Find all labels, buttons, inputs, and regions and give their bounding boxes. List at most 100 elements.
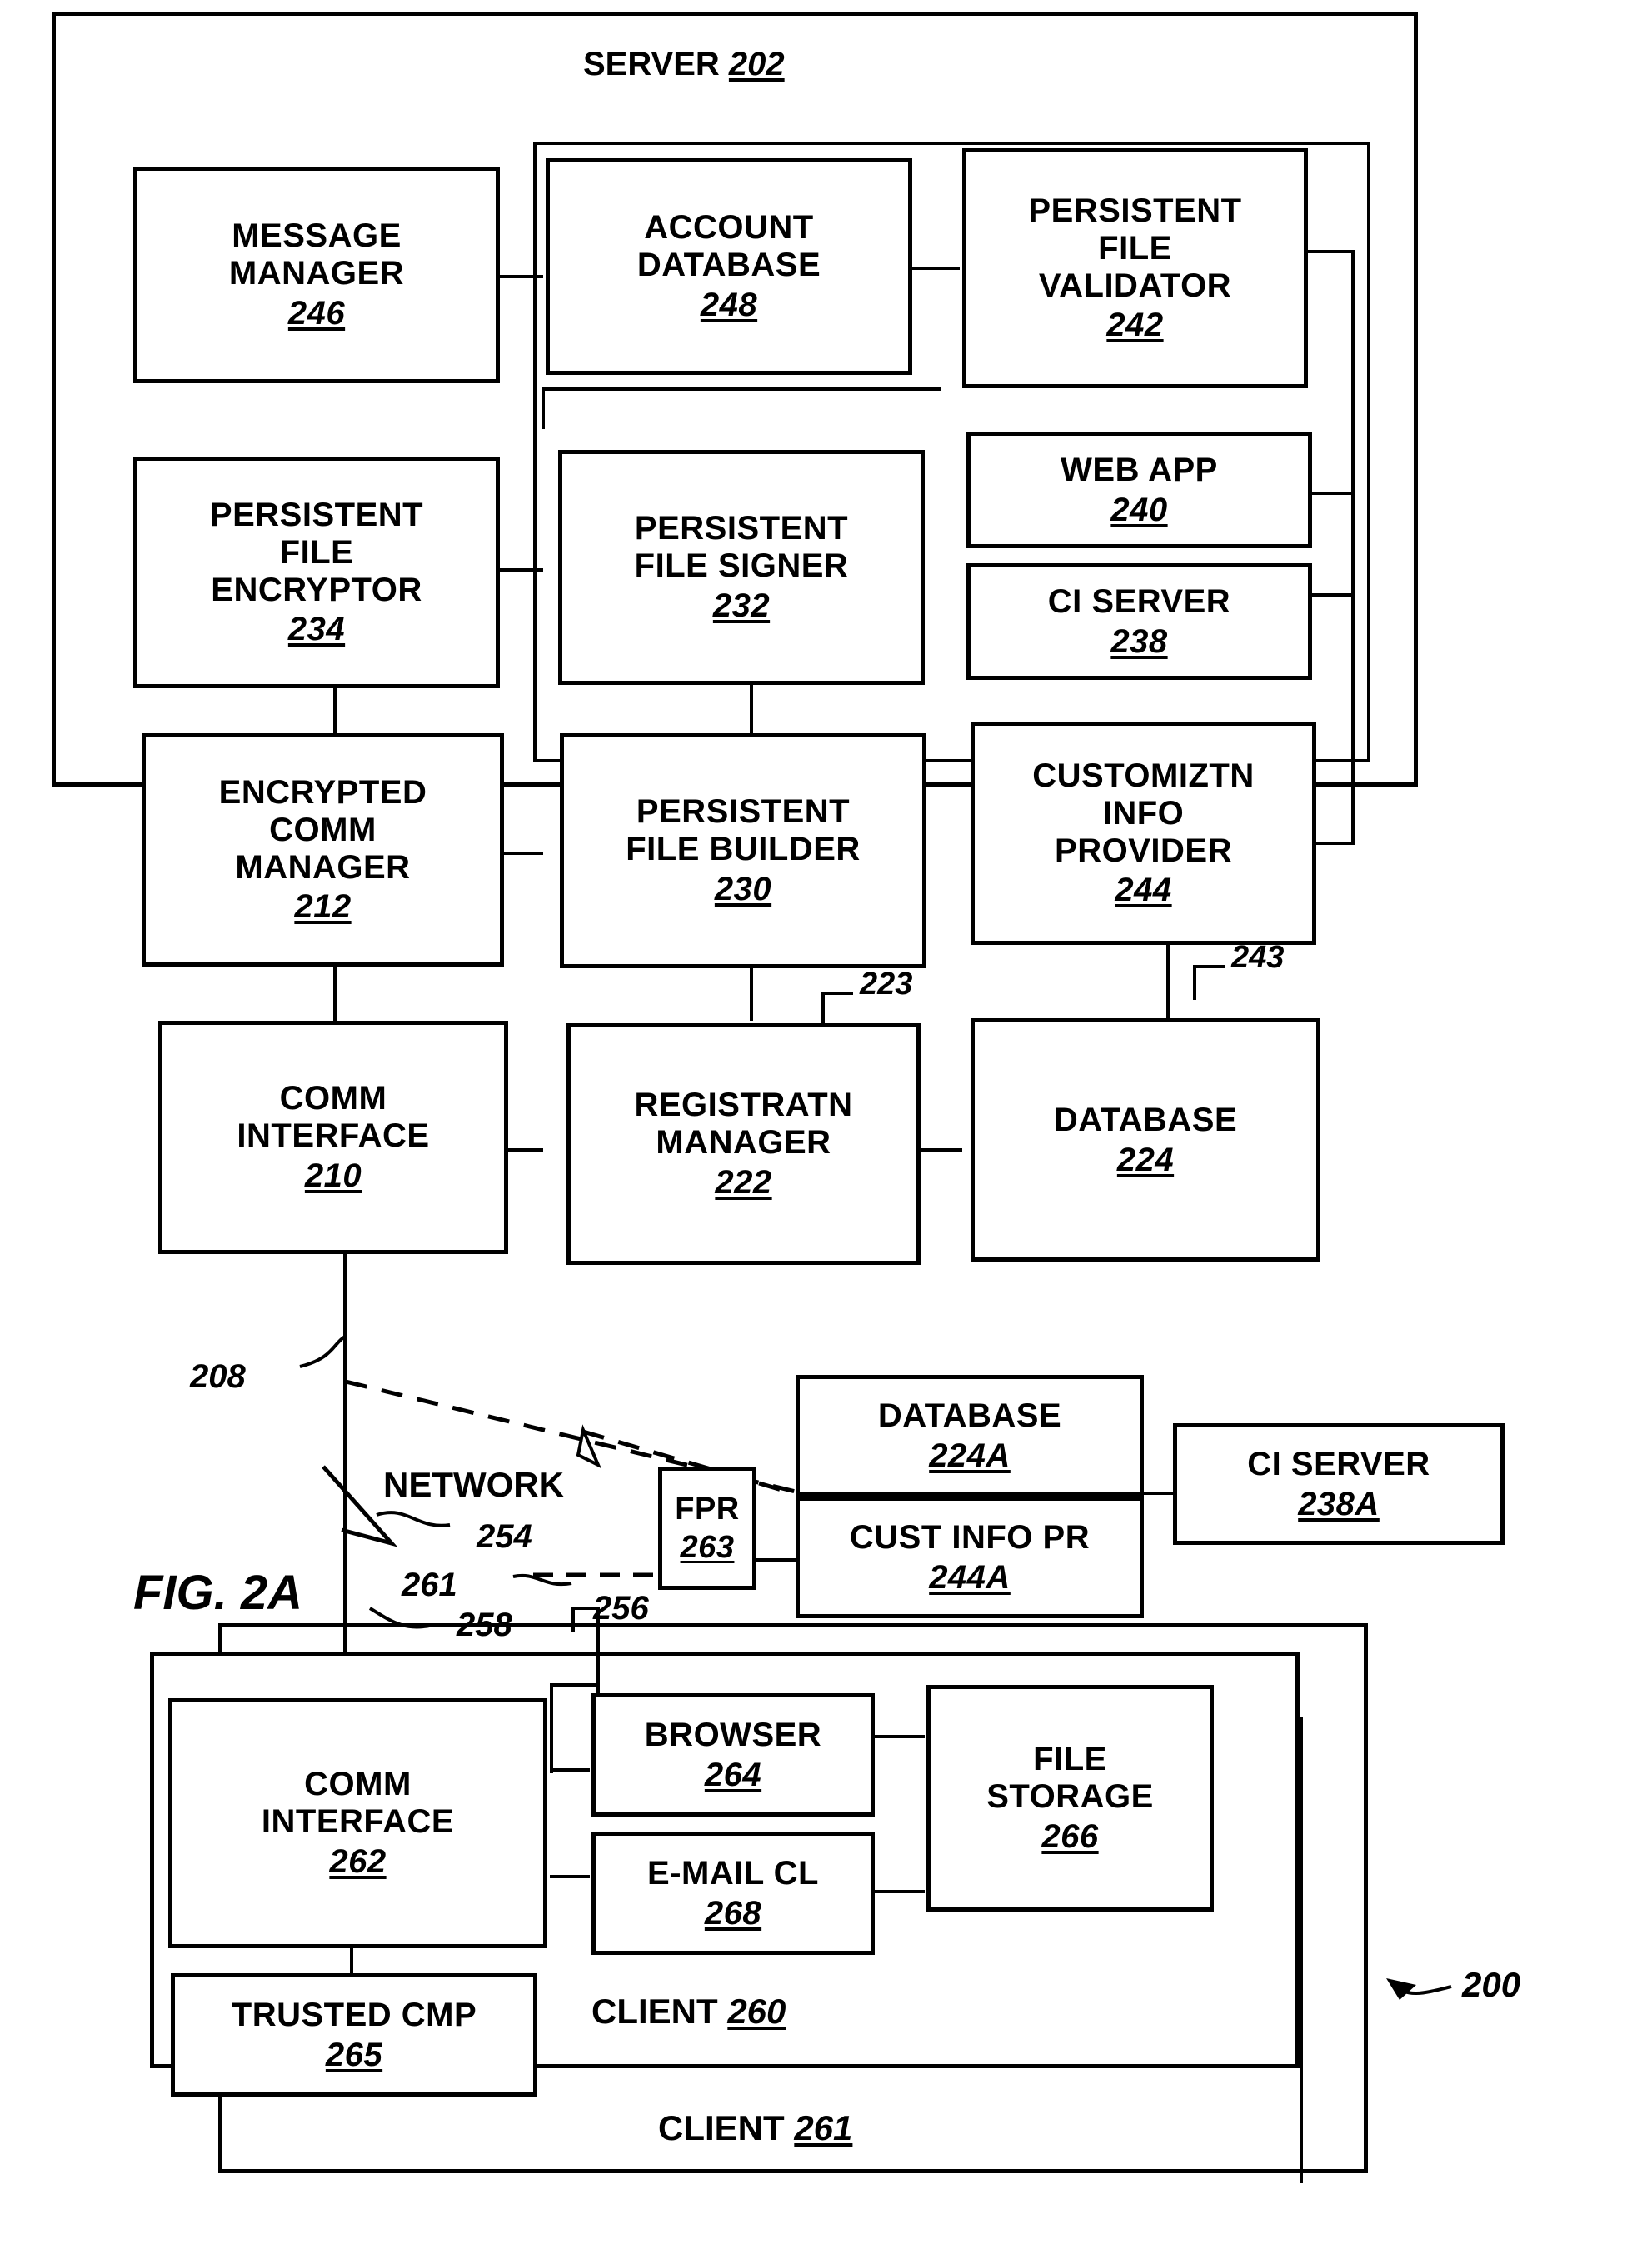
server-module-account-database[interactable]: ACCOUNT DATABASE 248 [546,158,912,375]
leader-223-h [821,992,853,995]
server-module-ci-server[interactable]: CI SERVER 238 [966,563,1312,680]
connector-246-248 [500,275,543,278]
connector-263-244a [756,1558,798,1562]
connector-238-rail [1308,593,1355,597]
module-line: MANAGER [228,255,405,292]
server-module-persistent-file-signer[interactable]: PERSISTENT FILE SIGNER 232 [558,450,925,685]
module-line: INTERFACE [237,1117,430,1155]
client-261-title: CLIENT 261 [658,2108,852,2148]
connector-262-264 [550,1768,590,1772]
module-ref: 232 [712,587,771,624]
connector-212-210 [333,962,337,1021]
module-ref: 234 [287,611,346,648]
module-line: CUST INFO PR [849,1518,1091,1556]
module-line: FILE [279,533,354,571]
module-ref: 268 [704,1894,762,1932]
server-title-ref: 202 [728,46,785,82]
client-module-browser[interactable]: BROWSER 264 [591,1693,875,1817]
client-module-comm-interface[interactable]: COMM INTERFACE 262 [168,1698,547,1948]
server-module-database[interactable]: DATABASE 224 [971,1018,1320,1262]
module-line: ACCOUNT [644,209,814,247]
client-module-trusted-cmp[interactable]: TRUSTED CMP 265 [171,1973,537,2097]
module-line: WEB APP [1061,451,1218,488]
ref-258: 258 [457,1607,512,1643]
rail-right-upper [1351,250,1355,617]
connector-268-266 [875,1890,925,1893]
module-line: COMM [279,1080,387,1117]
module-ref: 263 [680,1529,735,1565]
server-module-registration-manager[interactable]: REGISTRATN MANAGER 222 [566,1023,921,1265]
leader-223-v [821,992,825,1027]
module-ref: 240 [1110,491,1168,528]
module-line: PROVIDER [1055,832,1232,869]
module-line: MANAGER [656,1124,831,1162]
leader-256-v [571,1607,575,1632]
module-ref: 224A [929,1437,1011,1474]
server-module-web-app[interactable]: WEB APP 240 [966,432,1312,548]
connector-244a-238a [1144,1492,1175,1495]
module-ref: 238A [1298,1485,1380,1522]
client-260-title: CLIENT 260 [591,1992,786,2032]
module-line: DATABASE [1053,1101,1238,1138]
client-261-title-label: CLIENT [658,2108,785,2147]
link-208-line [343,1254,347,1721]
module-line: INFO [1102,794,1185,832]
module-ref: 222 [715,1163,772,1201]
external-ci-server-a[interactable]: CI SERVER 238A [1173,1423,1505,1545]
server-module-persistent-file-builder[interactable]: PERSISTENT FILE BUILDER 230 [560,733,926,968]
connector-234-212 [333,683,337,733]
client-module-file-storage[interactable]: FILE STORAGE 266 [926,1685,1214,1912]
link-258-drop [550,1683,553,1773]
module-line: CI SERVER [1247,1445,1430,1482]
module-ref: 242 [1106,307,1164,344]
module-ref: 244A [929,1558,1011,1596]
module-line: BROWSER [644,1716,822,1753]
module-ref: 266 [1041,1817,1099,1855]
connector-240-rail [1308,492,1355,495]
module-line: ENCRYPTED [218,773,427,811]
module-line: FILE BUILDER [626,831,861,868]
figure-label: FIG. 2A [133,1566,303,1620]
module-line: MANAGER [235,848,411,886]
module-line: PERSISTENT [1028,192,1242,229]
client-260-title-label: CLIENT [591,1992,718,2031]
link-258-h [550,1683,596,1687]
server-module-persistent-file-validator[interactable]: PERSISTENT FILE VALIDATOR 242 [962,148,1308,388]
connector-242-rail [1308,250,1355,253]
connector-248-242 [911,267,960,270]
external-fpr[interactable]: FPR 263 [658,1467,756,1590]
connector-248-232 [542,387,545,429]
server-title-label: SERVER [583,46,720,82]
server-module-comm-interface[interactable]: COMM INTERFACE 210 [158,1021,508,1254]
module-ref: 224 [1116,1141,1175,1178]
module-line: ENCRYPTOR [211,571,422,608]
module-line: REGISTRATN [634,1087,853,1124]
client-module-email-client[interactable]: E-MAIL CL 268 [591,1832,875,1955]
ref-254: 254 [477,1518,532,1555]
connector-244-224 [1166,940,1170,1019]
module-ref: 265 [325,2036,383,2073]
client-right-bus [1300,1717,1303,2183]
module-ref: 212 [294,888,352,926]
module-line: E-MAIL CL [647,1854,819,1892]
module-line: VALIDATOR [1038,267,1232,304]
module-ref: 244 [1115,872,1172,909]
module-line: FILE [1098,229,1172,267]
external-cust-info-provider-a[interactable]: CUST INFO PR 244A [796,1497,1144,1618]
module-line: COMM [304,1766,412,1803]
external-database-a[interactable]: DATABASE 224A [796,1375,1144,1497]
module-ref: 230 [714,870,772,907]
module-ref: 262 [329,1842,387,1880]
ref-200: 200 [1462,1965,1521,2004]
server-module-message-manager[interactable]: MESSAGE MANAGER 246 [133,167,500,383]
module-ref: 238 [1110,622,1168,660]
server-module-customization-info-provider[interactable]: CUSTOMIZTN INFO PROVIDER 244 [971,722,1316,945]
ref-243: 243 [1231,940,1285,975]
connector-234-232 [500,568,543,572]
server-module-encrypted-comm-manager[interactable]: ENCRYPTED COMM MANAGER 212 [142,733,504,967]
ref-256: 256 [593,1590,649,1627]
module-line: DATABASE [877,1397,1062,1434]
server-module-persistent-file-encryptor[interactable]: PERSISTENT FILE ENCRYPTOR 234 [133,457,500,688]
connector-212-230 [500,852,543,855]
connector-262-268 [550,1875,590,1878]
